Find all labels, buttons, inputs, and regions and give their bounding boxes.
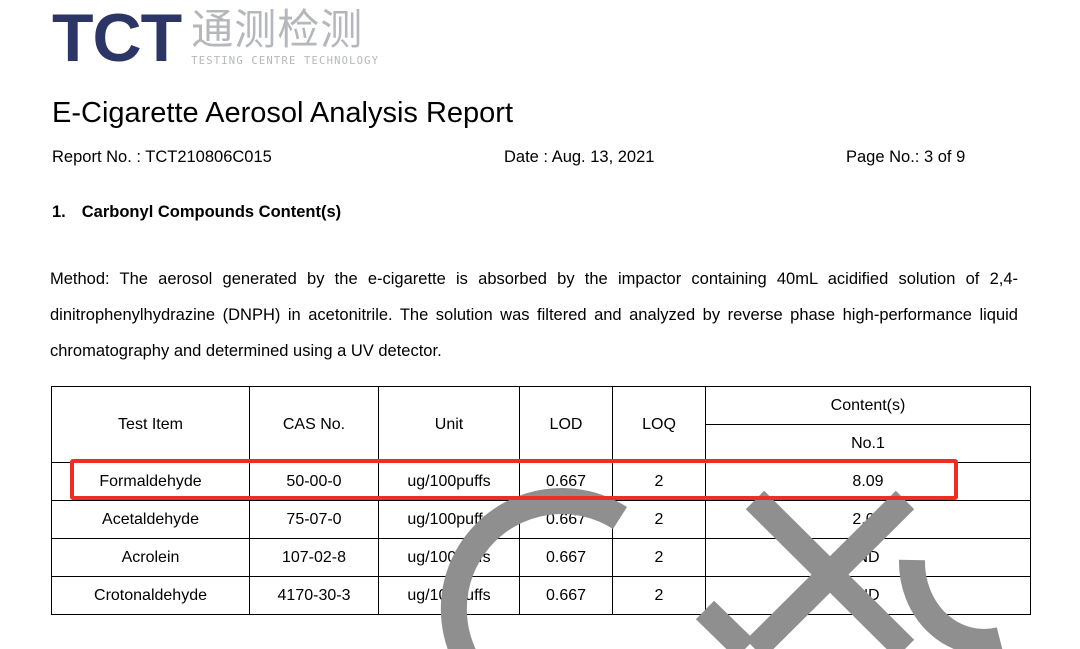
cell-content: 2.02 <box>705 500 1031 539</box>
table-header: Test Item CAS No. Unit LOD LOQ Content(s… <box>51 386 1031 463</box>
cell-content: ND <box>705 538 1031 577</box>
section-heading: 1. Carbonyl Compounds Content(s) <box>52 203 341 222</box>
cell-test-item: Acetaldehyde <box>51 500 250 539</box>
report-number: Report No. : TCT210806C015 <box>52 148 272 166</box>
cell-loq: 2 <box>612 538 706 577</box>
cell-lod: 0.667 <box>519 462 613 501</box>
logo-tagline: TESTING CENTRE TECHNOLOGY <box>191 54 380 67</box>
cell-content: ND <box>705 576 1031 615</box>
cell-lod: 0.667 <box>519 576 613 615</box>
header-loq: LOQ <box>612 386 706 463</box>
table-body: Formaldehyde 50-00-0 ug/100puffs 0.667 2… <box>51 462 1031 615</box>
cell-test-item: Crotonaldehyde <box>51 576 250 615</box>
cell-content: 8.09 <box>705 462 1031 501</box>
cell-unit: ug/100puffs <box>378 538 520 577</box>
table-header-row-1: Test Item CAS No. Unit LOD LOQ Content(s… <box>51 386 1031 463</box>
cell-loq: 2 <box>612 576 706 615</box>
logo-text-group: 通测检测 TESTING CENTRE TECHNOLOGY <box>191 4 380 71</box>
cell-cas-no: 50-00-0 <box>249 462 379 501</box>
cell-unit: ug/100puffs <box>378 462 520 501</box>
header-contents-sample: No.1 <box>705 424 1031 463</box>
watermark-stroke-tick <box>695 600 755 649</box>
cell-test-item: Formaldehyde <box>51 462 250 501</box>
company-logo: TCT 通测检测 TESTING CENTRE TECHNOLOGY <box>52 0 380 76</box>
report-date: Date : Aug. 13, 2021 <box>504 148 655 166</box>
cell-cas-no: 107-02-8 <box>249 538 379 577</box>
page-title: E-Cigarette Aerosol Analysis Report <box>52 97 513 129</box>
header-unit: Unit <box>378 386 520 463</box>
logo-mark-tct: TCT <box>52 0 182 76</box>
logo-chinese-name: 通测检测 <box>191 4 364 54</box>
table-row: Acetaldehyde 75-07-0 ug/100puffs 0.667 2… <box>51 500 1031 539</box>
section-title: Carbonyl Compounds Content(s) <box>81 203 342 221</box>
cell-loq: 2 <box>612 462 706 501</box>
cell-unit: ug/100puffs <box>378 576 520 615</box>
table-row: Formaldehyde 50-00-0 ug/100puffs 0.667 2… <box>51 462 1031 501</box>
cell-cas-no: 75-07-0 <box>249 500 379 539</box>
cell-lod: 0.667 <box>519 500 613 539</box>
cell-loq: 2 <box>612 500 706 539</box>
cell-lod: 0.667 <box>519 538 613 577</box>
cell-test-item: Acrolein <box>51 538 250 577</box>
header-contents: Content(s) <box>705 386 1031 425</box>
header-test-item: Test Item <box>51 386 250 463</box>
cell-unit: ug/100puffs <box>378 500 520 539</box>
page-number: Page No.: 3 of 9 <box>846 148 966 166</box>
table-row: Crotonaldehyde 4170-30-3 ug/100puffs 0.6… <box>51 576 1031 615</box>
carbonyl-results-table: Test Item CAS No. Unit LOD LOQ Content(s… <box>51 386 1031 615</box>
cell-cas-no: 4170-30-3 <box>249 576 379 615</box>
header-lod: LOD <box>519 386 613 463</box>
header-cas-no: CAS No. <box>249 386 379 463</box>
report-page: TCT 通测检测 TESTING CENTRE TECHNOLOGY E-Cig… <box>0 0 1080 649</box>
method-paragraph: Method: The aerosol generated by the e-c… <box>50 270 1018 360</box>
section-number: 1. <box>52 203 66 221</box>
table-row: Acrolein 107-02-8 ug/100puffs 0.667 2 ND <box>51 538 1031 577</box>
